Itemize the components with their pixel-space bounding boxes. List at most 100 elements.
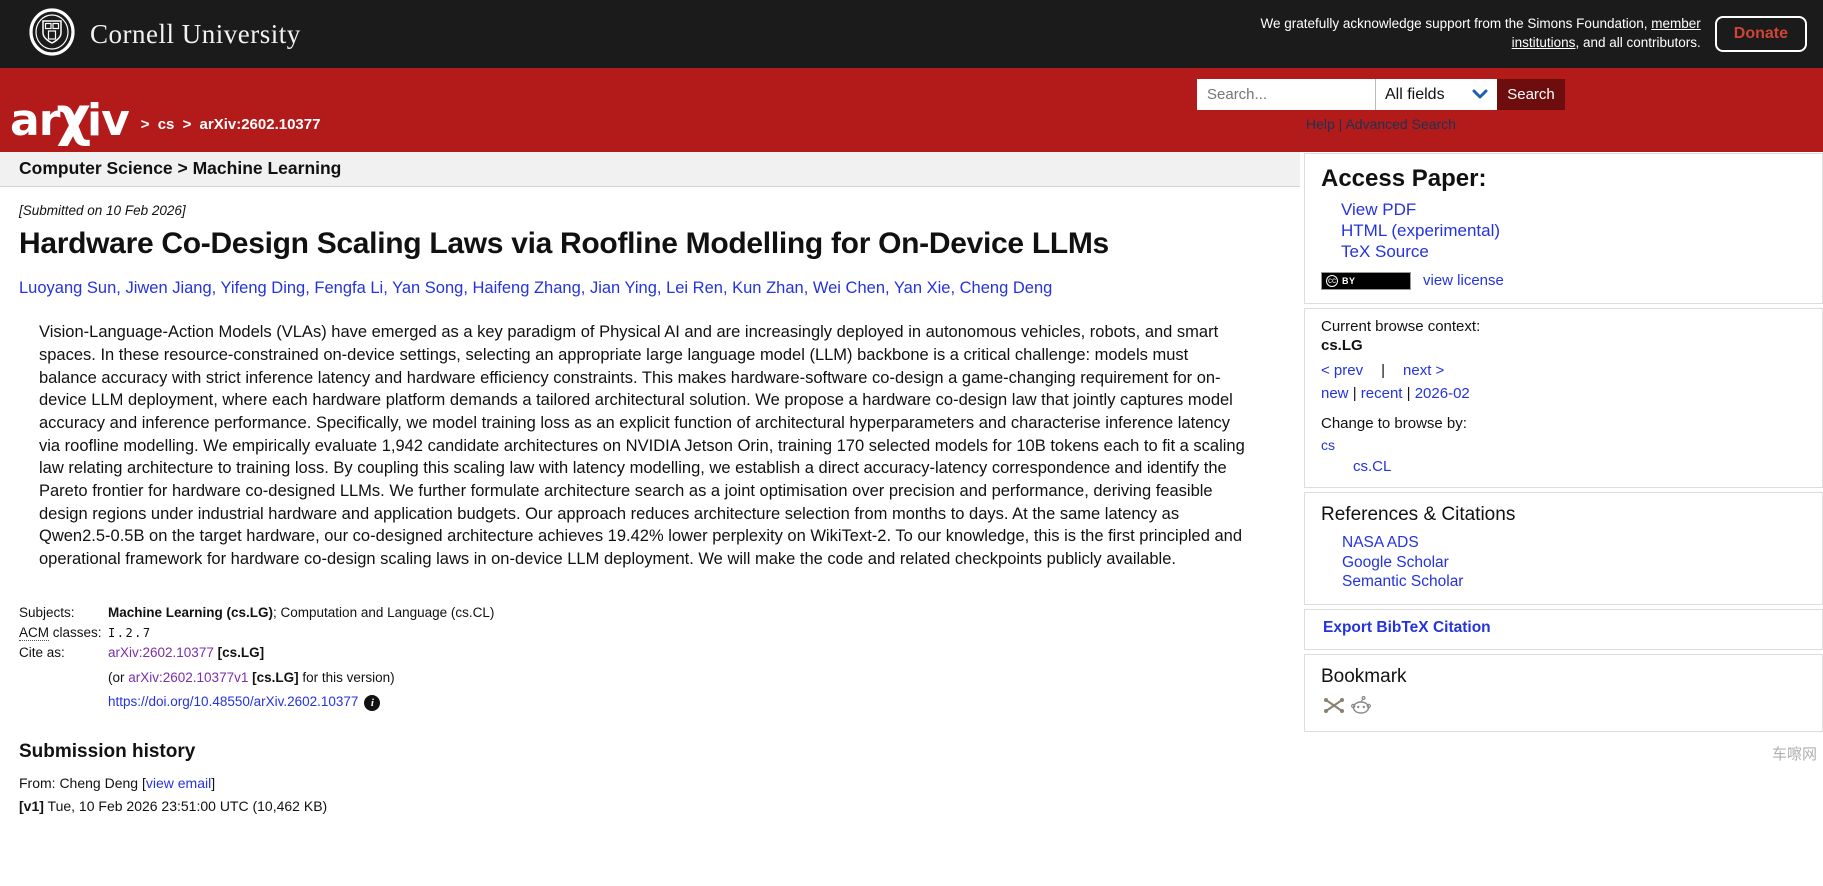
sidebar: Access Paper: View PDFHTML (experimental…	[1304, 152, 1823, 736]
main-column: Computer Science > Machine Learning [Sub…	[0, 152, 1300, 821]
subjects-label: Subjects:	[19, 603, 108, 623]
search-input[interactable]	[1197, 79, 1375, 110]
bibsonomy-icon[interactable]	[1323, 697, 1345, 719]
version-tag: [v1]	[19, 798, 44, 814]
export-bibtex-box: Export BibTeX Citation	[1304, 609, 1823, 650]
support-text: We gratefully acknowledge support from t…	[1251, 15, 1701, 53]
view-license-link[interactable]: view license	[1423, 272, 1504, 289]
access-link[interactable]: View PDF	[1341, 200, 1806, 221]
access-links: View PDFHTML (experimental)TeX Source	[1321, 200, 1806, 263]
doi-link[interactable]: https://doi.org/10.48550/arXiv.2602.1037…	[108, 694, 358, 709]
author-link[interactable]: Haifeng Zhang	[473, 279, 581, 297]
author-link[interactable]: Yan Xie	[894, 279, 951, 297]
cite-version-tag: [cs.LG]	[252, 670, 299, 685]
submitter-text: From: Cheng Deng [	[19, 775, 146, 791]
acm-label-rest: classes:	[49, 625, 102, 640]
browse-context-value: cs.LG	[1321, 337, 1806, 354]
cornell-seal-icon	[28, 8, 76, 61]
cite-arxiv-link[interactable]: arXiv:2602.10377	[108, 645, 214, 660]
arxiv-banner: arχiv > cs > arXiv:2602.10377 All fields…	[0, 68, 1823, 152]
arxiv-logo-ar: ar	[10, 95, 59, 146]
author-link[interactable]: Jian Ying	[590, 279, 657, 297]
references-citations-heading: References & Citations	[1321, 504, 1806, 526]
author-list: Luoyang Sun, Jiwen Jiang, Yifeng Ding, F…	[19, 277, 1300, 299]
subjects-primary: Machine Learning (cs.LG)	[108, 605, 273, 620]
help-separator: |	[1335, 116, 1346, 132]
help-link[interactable]: Help	[1306, 116, 1335, 132]
cite-version-pre: (or	[108, 670, 128, 685]
watermark-text: 车嚓网	[1772, 743, 1817, 764]
references-links: NASA ADSGoogle ScholarSemantic Scholar	[1321, 533, 1806, 592]
reddit-icon[interactable]	[1351, 696, 1371, 719]
advanced-search-link[interactable]: Advanced Search	[1345, 116, 1456, 132]
subjects-secondary: ; Computation and Language (cs.CL)	[273, 605, 494, 620]
bookmark-box: Bookmark	[1304, 654, 1823, 732]
cc-circle-glyph: cc	[1326, 275, 1338, 287]
submitted-date: [Submitted on 10 Feb 2026]	[19, 203, 1300, 218]
view-email-link[interactable]: view email	[146, 775, 211, 791]
arxiv-logo[interactable]: arχiv	[10, 85, 129, 148]
author-link[interactable]: Wei Chen	[813, 279, 885, 297]
version-details: Tue, 10 Feb 2026 23:51:00 UTC (10,462 KB…	[44, 798, 327, 814]
info-icon[interactable]: i	[364, 695, 380, 711]
search-button[interactable]: Search	[1497, 79, 1565, 110]
breadcrumb-separator: >	[137, 116, 154, 133]
support-text-part1: We gratefully acknowledge support from t…	[1261, 16, 1652, 31]
subject-breadcrumb-bar: Computer Science > Machine Learning	[0, 152, 1300, 187]
next-link[interactable]: next >	[1403, 362, 1444, 379]
donate-button[interactable]: Donate	[1715, 16, 1807, 52]
acm-classes-row: ACM classes: I.2.7	[19, 623, 494, 643]
submitter-line: From: Cheng Deng [view email]	[19, 775, 1300, 791]
access-paper-heading: Access Paper:	[1321, 165, 1806, 193]
breadcrumb: > cs > arXiv:2602.10377	[137, 116, 321, 133]
reference-service-link[interactable]: Semantic Scholar	[1342, 572, 1806, 592]
listing-nav-link[interactable]: new	[1321, 385, 1349, 402]
abstract-text: Vision-Language-Action Models (VLAs) hav…	[39, 321, 1250, 571]
prev-next-separator: |	[1363, 362, 1403, 379]
reference-service-link[interactable]: Google Scholar	[1342, 553, 1806, 573]
access-link[interactable]: HTML (experimental)	[1341, 221, 1806, 242]
acm-classes-label: ACM classes:	[19, 623, 108, 643]
author-link[interactable]: Yan Song	[392, 279, 463, 297]
cite-version-link[interactable]: arXiv:2602.10377v1	[128, 670, 248, 685]
submitter-text-close: ]	[211, 775, 215, 791]
listing-nav-link[interactable]: 2026-02	[1415, 385, 1470, 402]
submission-history-section: Submission history From: Cheng Deng [vie…	[19, 741, 1300, 814]
browse-context-box: Current browse context: cs.LG < prev|nex…	[1304, 308, 1823, 488]
author-link[interactable]: Jiwen Jiang	[125, 279, 211, 297]
cornell-brand[interactable]: Cornell University	[28, 8, 301, 61]
arxiv-abstract-page: Cornell University We gratefully acknowl…	[0, 0, 1823, 886]
search-field-select[interactable]: All fields	[1375, 79, 1497, 110]
cornell-header: Cornell University We gratefully acknowl…	[0, 0, 1823, 68]
search-field-value: All fields	[1385, 86, 1445, 104]
listing-nav-links: new | recent | 2026-02	[1321, 385, 1806, 402]
browse-cs-link[interactable]: cs	[1321, 437, 1335, 453]
prev-next-nav: < prev|next >	[1321, 362, 1806, 379]
author-link[interactable]: Lei Ren	[666, 279, 723, 297]
cc-by-license-icon[interactable]: ccBY	[1321, 272, 1411, 290]
acm-classes-value: I.2.7	[108, 626, 152, 640]
author-link[interactable]: Kun Zhan	[732, 279, 804, 297]
prev-link[interactable]: < prev	[1321, 362, 1363, 379]
bookmark-heading: Bookmark	[1321, 666, 1806, 688]
version-line: [v1] Tue, 10 Feb 2026 23:51:00 UTC (10,4…	[19, 798, 1300, 814]
breadcrumb-paper-id-link[interactable]: arXiv:2602.10377	[200, 116, 321, 133]
help-links-row: Help | Advanced Search	[1197, 116, 1565, 132]
author-link[interactable]: Cheng Deng	[960, 279, 1053, 297]
metadata-table: Subjects: Machine Learning (cs.LG); Comp…	[19, 603, 494, 713]
author-link[interactable]: Yifeng Ding	[221, 279, 306, 297]
export-bibtex-link[interactable]: Export BibTeX Citation	[1323, 619, 1491, 636]
subjects-row: Subjects: Machine Learning (cs.LG); Comp…	[19, 603, 494, 623]
breadcrumb-separator: >	[179, 116, 196, 133]
reference-service-link[interactable]: NASA ADS	[1342, 533, 1806, 553]
browse-cscl-link[interactable]: cs.CL	[1353, 458, 1806, 475]
listing-nav-link[interactable]: recent	[1361, 385, 1403, 402]
arxiv-logo-iv: iv	[87, 95, 129, 146]
cornell-university-label: Cornell University	[90, 19, 301, 50]
access-link[interactable]: TeX Source	[1341, 242, 1806, 263]
author-link[interactable]: Fengfa Li	[314, 279, 383, 297]
cite-as-label: Cite as:	[19, 643, 108, 663]
breadcrumb-cs-link[interactable]: cs	[158, 116, 175, 133]
author-link[interactable]: Luoyang Sun	[19, 279, 116, 297]
access-paper-box: Access Paper: View PDFHTML (experimental…	[1304, 153, 1823, 304]
